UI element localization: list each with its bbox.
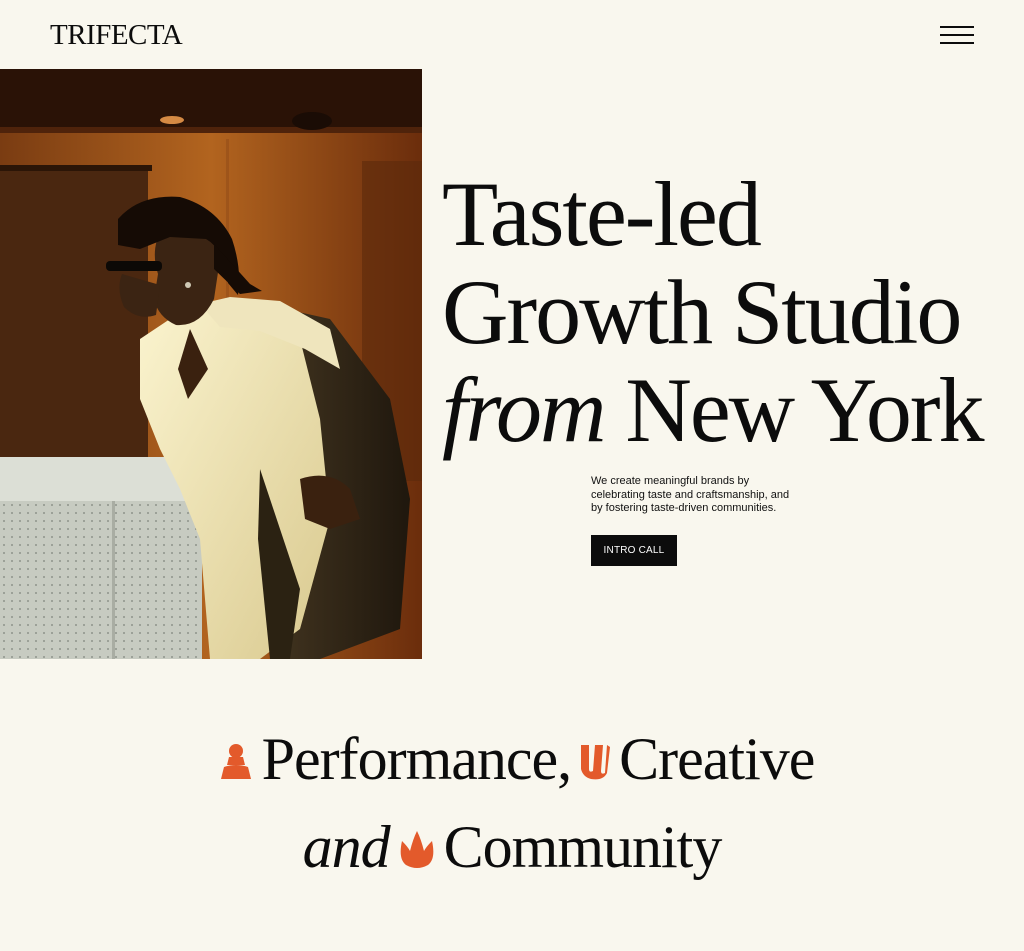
hero-portrait-photo: [0, 69, 422, 659]
intro-call-button[interactable]: INTRO CALL: [591, 535, 677, 566]
menu-line: [940, 42, 974, 44]
pillar-community: Community: [443, 814, 723, 881]
pillar-performance: Performance,: [261, 726, 573, 792]
flag-icon: [579, 722, 611, 800]
pillar-and: and: [302, 814, 391, 881]
pillars-tagline: Performance, Creative and Community: [0, 720, 1024, 896]
trifecta-logo[interactable]: TRIFECTA: [50, 18, 183, 52]
headline-line-1: Taste-led: [442, 163, 762, 265]
pillar-creative: Creative: [619, 726, 815, 792]
menu-line: [940, 34, 974, 36]
headline-line-3: from New York: [442, 361, 1012, 459]
hero-description: We create meaningful brands by celebrati…: [591, 475, 790, 515]
headline-new-york: New York: [604, 359, 984, 461]
hamburger-menu-icon[interactable]: [938, 22, 976, 48]
site-header: TRIFECTA: [0, 0, 1024, 70]
crown-icon: [398, 810, 436, 888]
pillars-row-2: and Community: [0, 808, 1024, 896]
headline-line-2: Growth Studio: [442, 261, 962, 363]
hero-headline: Taste-led Growth Studio from New York: [442, 165, 1012, 459]
menu-line: [940, 26, 974, 28]
pillars-row-1: Performance, Creative: [0, 720, 1024, 808]
chess-pawn-icon: [218, 722, 254, 800]
headline-italic-from: from: [442, 359, 606, 461]
